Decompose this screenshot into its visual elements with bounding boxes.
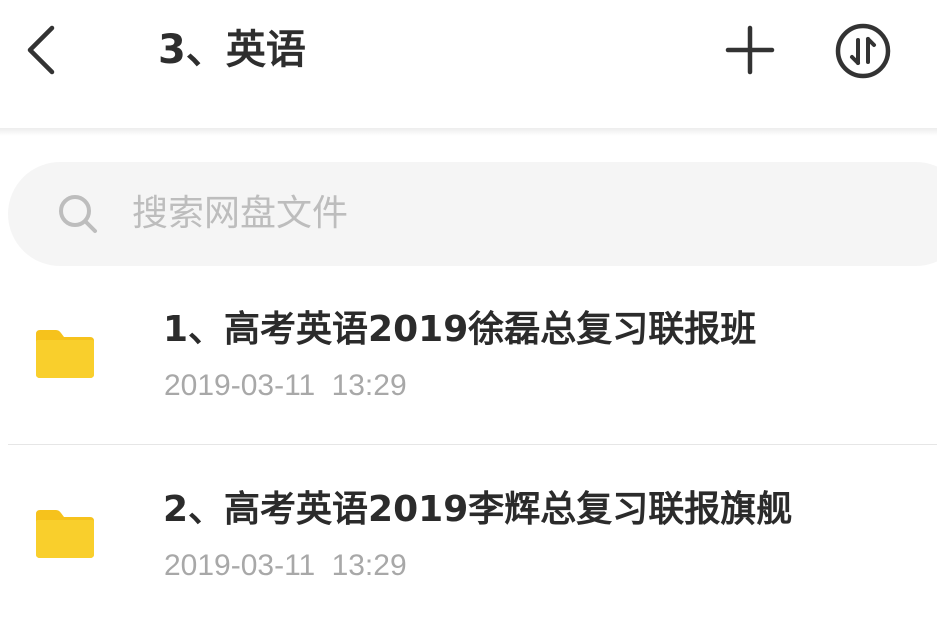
list-divider	[8, 444, 937, 445]
sort-arrows-icon	[835, 23, 891, 79]
add-button[interactable]	[722, 22, 778, 78]
file-list-item[interactable]: 1、高考英语2019徐磊总复习联报班 2019-03-11 13:29	[0, 276, 937, 446]
file-list-item[interactable]: 2、高考英语2019李辉总复习联报旗舰 2019-03-11 13:29	[0, 456, 937, 626]
search-input[interactable]: 搜索网盘文件	[8, 162, 937, 266]
folder-icon	[36, 510, 94, 558]
file-name: 1、高考英语2019徐磊总复习联报班	[163, 309, 757, 350]
sort-button[interactable]	[834, 22, 892, 80]
page-title: 3、英语	[158, 27, 306, 73]
header-shadow	[0, 128, 937, 136]
file-date: 2019-03-11 13:29	[164, 369, 407, 402]
plus-icon	[725, 25, 775, 75]
search-placeholder: 搜索网盘文件	[132, 193, 349, 234]
file-date: 2019-03-11 13:29	[164, 549, 407, 582]
back-button[interactable]	[14, 20, 74, 80]
chevron-left-icon	[27, 25, 55, 75]
folder-icon	[36, 330, 94, 378]
file-name: 2、高考英语2019李辉总复习联报旗舰	[163, 489, 793, 530]
search-icon	[59, 195, 97, 233]
app-header: 3、英语	[0, 0, 937, 128]
